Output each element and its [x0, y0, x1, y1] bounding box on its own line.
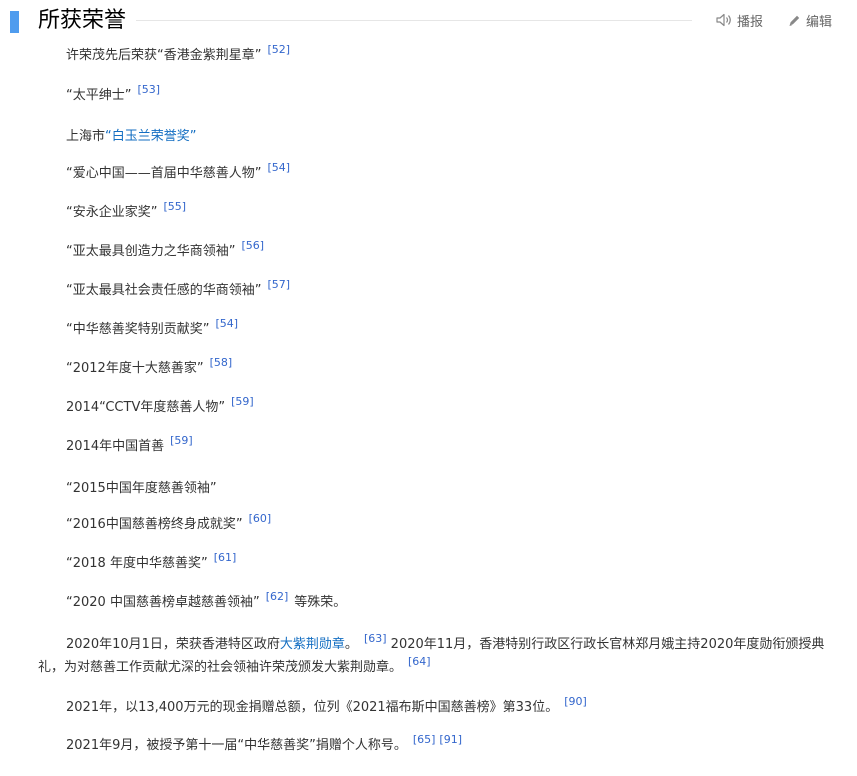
- citation-ref[interactable]: [58]: [210, 356, 233, 369]
- paragraph-2021-award: 2021年9月，被授予第十一届“中华慈善奖”捐赠个人称号。 [65] [91]: [66, 733, 462, 756]
- honor-text: “2015中国年度慈善领袖”: [66, 481, 217, 496]
- honor-item: “安永企业家奖” [55]: [66, 200, 186, 223]
- paragraph-2020: 2020年10月1日，荣获香港特区政府大紫荆勋章。 [63] 2020年11月，香…: [38, 633, 833, 679]
- honor-item: 2014年中国首善 [59]: [66, 434, 193, 457]
- honor-text: 许荣茂先后荣获“香港金紫荆星章”: [66, 48, 262, 63]
- honor-item: “太平绅士” [53]: [66, 83, 160, 106]
- honor-item: “2018 年度中华慈善奖” [61]: [66, 551, 237, 574]
- baiyulan-award-link[interactable]: “白玉兰荣誉奖”: [105, 129, 196, 144]
- honor-text: “2016中国慈善榜终身成就奖”: [66, 517, 243, 532]
- section-title: 所获荣誉: [38, 8, 127, 33]
- paragraph-text: 2020年10月1日，荣获香港特区政府: [66, 637, 280, 652]
- speaker-icon: [716, 13, 732, 27]
- listen-label: 播报: [737, 14, 764, 30]
- header-divider: [136, 20, 692, 21]
- honor-text: “2012年度十大慈善家”: [66, 361, 204, 376]
- honor-item: “2020 中国慈善榜卓越慈善领袖” [62] 等殊荣。: [66, 590, 347, 613]
- citation-ref[interactable]: [59]: [231, 395, 254, 408]
- citation-ref[interactable]: [54]: [215, 317, 238, 330]
- citation-ref[interactable]: [52]: [267, 43, 290, 56]
- honor-text: “2020 中国慈善榜卓越慈善领袖”: [66, 595, 260, 610]
- honor-text: “2018 年度中华慈善奖”: [66, 556, 208, 571]
- citation-ref[interactable]: [64]: [408, 655, 431, 668]
- honor-text: “爱心中国——首届中华慈善人物”: [66, 166, 262, 181]
- honor-text: 上海市: [66, 129, 106, 144]
- citation-ref[interactable]: [63]: [364, 632, 387, 645]
- honor-item: 许荣茂先后荣获“香港金紫荆星章” [52]: [66, 43, 290, 66]
- honor-text: “亚太最具社会责任感的华商领袖”: [66, 283, 262, 298]
- listen-button[interactable]: 播报: [716, 11, 764, 30]
- honor-text: 2014“CCTV年度慈善人物”: [66, 400, 226, 415]
- honor-item: “爱心中国——首届中华慈善人物” [54]: [66, 161, 290, 184]
- honor-item: “亚太最具社会责任感的华商领袖” [57]: [66, 278, 290, 301]
- citation-ref[interactable]: [59]: [170, 434, 193, 447]
- citation-ref[interactable]: [53]: [137, 83, 160, 96]
- citation-ref[interactable]: [55]: [163, 200, 186, 213]
- honor-text: 2014年中国首善: [66, 439, 165, 454]
- grand-bauhinia-medal-link[interactable]: 大紫荆勋章: [280, 637, 345, 652]
- edit-button[interactable]: 编辑: [788, 11, 833, 30]
- honor-item: 上海市“白玉兰荣誉奖”: [66, 127, 197, 147]
- honor-text: “安永企业家奖”: [66, 205, 158, 220]
- honor-item: “亚太最具创造力之华商领袖” [56]: [66, 239, 264, 262]
- section-header: 所获荣誉 播报 编辑: [0, 0, 857, 42]
- edit-label: 编辑: [806, 14, 833, 30]
- honor-item: “2015中国年度慈善领袖”: [66, 479, 217, 499]
- honor-text: “太平绅士”: [66, 88, 132, 103]
- paragraph-text: 2021年9月，被授予第十一届“中华慈善奖”捐赠个人称号。: [66, 738, 407, 753]
- pencil-icon: [788, 14, 801, 27]
- honor-item: “2016中国慈善榜终身成就奖” [60]: [66, 512, 272, 535]
- honor-text: “中华慈善奖特别贡献奖”: [66, 322, 210, 337]
- paragraph-text: 2021年，以13,400万元的现金捐赠总额，位列《2021福布斯中国慈善榜》第…: [66, 700, 559, 715]
- honor-item: “中华慈善奖特别贡献奖” [54]: [66, 317, 238, 340]
- honor-item: “2012年度十大慈善家” [58]: [66, 356, 233, 379]
- citation-ref[interactable]: [65]: [413, 733, 436, 746]
- paragraph-text: 。: [344, 637, 358, 652]
- citation-ref[interactable]: [60]: [249, 512, 272, 525]
- citation-ref[interactable]: [91]: [439, 733, 462, 746]
- citation-ref[interactable]: [54]: [267, 161, 290, 174]
- section-accent-bar: [10, 11, 19, 33]
- citation-ref[interactable]: [61]: [214, 551, 237, 564]
- paragraph-2021-forbes: 2021年，以13,400万元的现金捐赠总额，位列《2021福布斯中国慈善榜》第…: [66, 695, 587, 718]
- citation-ref[interactable]: [62]: [266, 590, 289, 603]
- honor-text-suffix: 等殊荣。: [294, 595, 347, 610]
- honor-item: 2014“CCTV年度慈善人物” [59]: [66, 395, 254, 418]
- honor-text: “亚太最具创造力之华商领袖”: [66, 244, 236, 259]
- citation-ref[interactable]: [90]: [564, 695, 587, 708]
- citation-ref[interactable]: [56]: [241, 239, 264, 252]
- citation-ref[interactable]: [57]: [267, 278, 290, 291]
